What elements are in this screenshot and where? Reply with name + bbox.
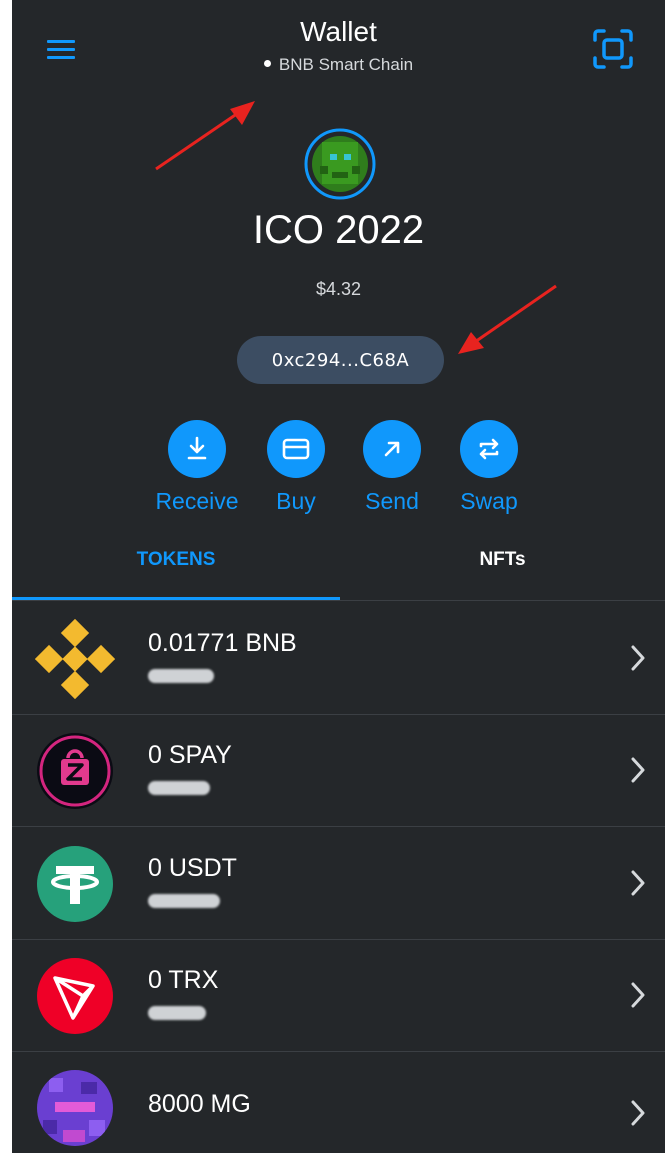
receive-button[interactable]: Receive: [147, 420, 247, 515]
bnb-logo-icon: [35, 619, 115, 699]
token-row-trx[interactable]: 0 TRX: [12, 940, 665, 1052]
swap-arrows-icon: [479, 438, 499, 460]
chevron-right-icon: [631, 982, 645, 1008]
token-row-bnb[interactable]: 0.01771 BNB: [12, 603, 665, 715]
tab-nfts[interactable]: NFTs: [340, 549, 665, 571]
swap-button[interactable]: Swap: [439, 420, 539, 515]
token-amount: 8000 MG: [148, 1090, 251, 1118]
buy-label: Buy: [276, 488, 316, 514]
token-amount: 0 SPAY: [148, 741, 232, 769]
token-amount: 0 TRX: [148, 966, 219, 994]
token-fiat-value: [148, 894, 220, 912]
send-button[interactable]: Send: [342, 420, 442, 515]
buy-button[interactable]: Buy: [246, 420, 346, 515]
trx-logo-icon: [37, 958, 113, 1034]
redacted-fiat-value: [148, 1006, 206, 1020]
token-row-spay[interactable]: 0 SPAY: [12, 715, 665, 827]
token-fiat-value: [148, 669, 214, 687]
annotation-arrow: [155, 101, 255, 171]
chevron-right-icon: [631, 757, 645, 783]
qr-scan-icon[interactable]: [592, 28, 634, 70]
tab-tokens[interactable]: TOKENS: [12, 549, 340, 571]
network-name: BNB Smart Chain: [278, 55, 414, 74]
account-balance: $4.32: [315, 279, 362, 299]
account-avatar[interactable]: [304, 128, 376, 200]
wallet-screen: Wallet BNB Smart Chain ICO 2022 $4.32 0x…: [12, 0, 665, 1153]
tab-divider: [12, 600, 665, 601]
account-name: ICO 2022: [252, 208, 425, 252]
chevron-right-icon: [631, 1100, 645, 1126]
token-fiat-value: [148, 781, 210, 799]
account-address-pill[interactable]: 0xc294...C68A: [237, 336, 444, 384]
receive-label: Receive: [155, 488, 239, 514]
download-arrow-icon: [187, 436, 207, 460]
page-title: Wallet: [300, 16, 377, 47]
redacted-fiat-value: [148, 669, 214, 683]
token-fiat-value: [148, 1006, 206, 1024]
arrow-up-right-icon: [384, 441, 400, 457]
send-label: Send: [365, 488, 419, 514]
redacted-fiat-value: [148, 781, 210, 795]
chevron-right-icon: [631, 645, 645, 671]
mg-logo-icon: [37, 1070, 113, 1146]
network-selector[interactable]: BNB Smart Chain: [12, 55, 665, 75]
token-row-usdt[interactable]: 0 USDT: [12, 828, 665, 940]
token-amount: 0 USDT: [148, 854, 237, 882]
redacted-fiat-value: [148, 894, 220, 908]
usdt-logo-icon: [37, 846, 113, 922]
chevron-right-icon: [631, 870, 645, 896]
credit-card-icon: [282, 438, 310, 460]
token-amount: 0.01771 BNB: [148, 629, 297, 657]
swap-label: Swap: [460, 488, 518, 514]
token-row-mg[interactable]: 8000 MG: [12, 1052, 665, 1153]
network-status-dot: [263, 60, 271, 68]
spay-logo-icon: [37, 733, 113, 809]
